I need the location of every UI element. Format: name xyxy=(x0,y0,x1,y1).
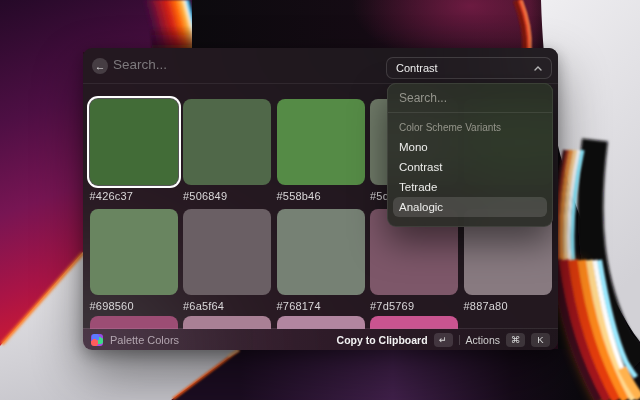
swatch-cell: #698560 xyxy=(90,209,178,312)
swatch-hex-label: #768174 xyxy=(277,300,365,312)
swatch-cell: #768174 xyxy=(277,209,365,312)
swatch-cell: #426c37 xyxy=(90,99,178,202)
dropdown-option-analogic[interactable]: Analogic xyxy=(393,197,547,217)
copy-to-clipboard-button[interactable]: Copy to Clipboard xyxy=(337,334,428,346)
search-input[interactable]: Search... xyxy=(113,48,167,82)
swatch-cell: #6a5f64 xyxy=(183,209,271,312)
color-swatch[interactable] xyxy=(183,99,271,185)
swatch-hex-label: #7d5769 xyxy=(370,300,458,312)
swatch-hex-label: #558b46 xyxy=(277,190,365,202)
chevron-up-icon xyxy=(534,66,542,71)
color-swatch[interactable] xyxy=(183,209,271,295)
k-key-icon: K xyxy=(531,333,550,347)
back-button[interactable]: ← xyxy=(92,58,108,74)
swatch-cell: #506849 xyxy=(183,99,271,202)
swatch-hex-label: #698560 xyxy=(90,300,178,312)
palette-colors-app-icon xyxy=(91,334,103,346)
palette-colors-window: ← Search... Contrast #426c37 #506849 #558b… xyxy=(83,48,558,350)
footer-divider xyxy=(459,335,460,345)
color-swatch[interactable] xyxy=(90,99,178,185)
swatch-hex-label: #6a5f64 xyxy=(183,300,271,312)
color-swatch[interactable] xyxy=(277,209,365,295)
dropdown-options: MonoContrastTetradeAnalogic xyxy=(388,137,552,217)
return-key-icon: ↵ xyxy=(434,333,453,347)
variant-select-value: Contrast xyxy=(396,62,438,74)
window-footer: Palette Colors Copy to Clipboard ↵ Actio… xyxy=(83,328,558,350)
dropdown-section-label: Color Scheme Variants xyxy=(388,120,552,135)
color-swatch[interactable] xyxy=(277,99,365,185)
dropdown-search-input[interactable]: Search... xyxy=(388,84,552,113)
swatch-cell: #558b46 xyxy=(277,99,365,202)
arrow-left-icon: ← xyxy=(95,60,106,72)
dropdown-option-mono[interactable]: Mono xyxy=(393,137,547,157)
swatch-hex-label: #426c37 xyxy=(90,190,178,202)
variant-select[interactable]: Contrast xyxy=(386,57,552,79)
window-header: ← Search... Contrast xyxy=(83,48,558,84)
actions-button[interactable]: Actions xyxy=(466,334,500,346)
swatch-hex-label: #887a80 xyxy=(464,300,552,312)
variant-dropdown: Search... Color Scheme Variants MonoCont… xyxy=(387,83,553,227)
footer-app-name: Palette Colors xyxy=(110,334,179,346)
swatch-hex-label: #506849 xyxy=(183,190,271,202)
dropdown-option-tetrade[interactable]: Tetrade xyxy=(393,177,547,197)
cmd-key-icon: ⌘ xyxy=(506,333,525,347)
dropdown-option-contrast[interactable]: Contrast xyxy=(393,157,547,177)
color-swatch[interactable] xyxy=(90,209,178,295)
